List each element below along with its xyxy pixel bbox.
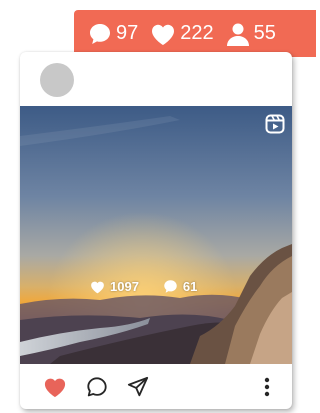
activity-notification[interactable]: 97 222 55 <box>74 10 316 69</box>
post-card: 1097 61 <box>20 52 292 409</box>
heart-icon <box>152 24 175 45</box>
overlay-comment-count: 61 <box>182 279 198 294</box>
heart-icon <box>91 281 104 293</box>
sunset-landscape-photo <box>20 106 292 364</box>
reel-icon <box>265 114 285 134</box>
post-image[interactable]: 1097 61 <box>20 106 292 364</box>
notification-likes: 222 <box>150 22 214 46</box>
more-options-button[interactable] <box>260 376 274 398</box>
post-action-bar <box>20 364 292 409</box>
like-button[interactable] <box>43 376 67 398</box>
notification-comment-count: 97 <box>116 22 139 44</box>
overlay-comments: 61 <box>163 279 197 294</box>
comment-button[interactable] <box>86 376 108 398</box>
comment-icon <box>90 23 110 44</box>
overlay-like-count: 1097 <box>110 279 139 294</box>
notification-like-count: 222 <box>180 22 214 44</box>
overlay-likes: 1097 <box>90 279 139 294</box>
notification-followers: 55 <box>226 22 276 46</box>
user-icon <box>226 23 249 46</box>
notification-comments: 97 <box>88 22 138 46</box>
notification-follower-count: 55 <box>253 22 276 44</box>
avatar[interactable] <box>40 63 74 97</box>
post-stats-overlay: 1097 61 <box>90 279 197 294</box>
comment-icon <box>164 280 177 293</box>
share-button[interactable] <box>127 376 149 398</box>
